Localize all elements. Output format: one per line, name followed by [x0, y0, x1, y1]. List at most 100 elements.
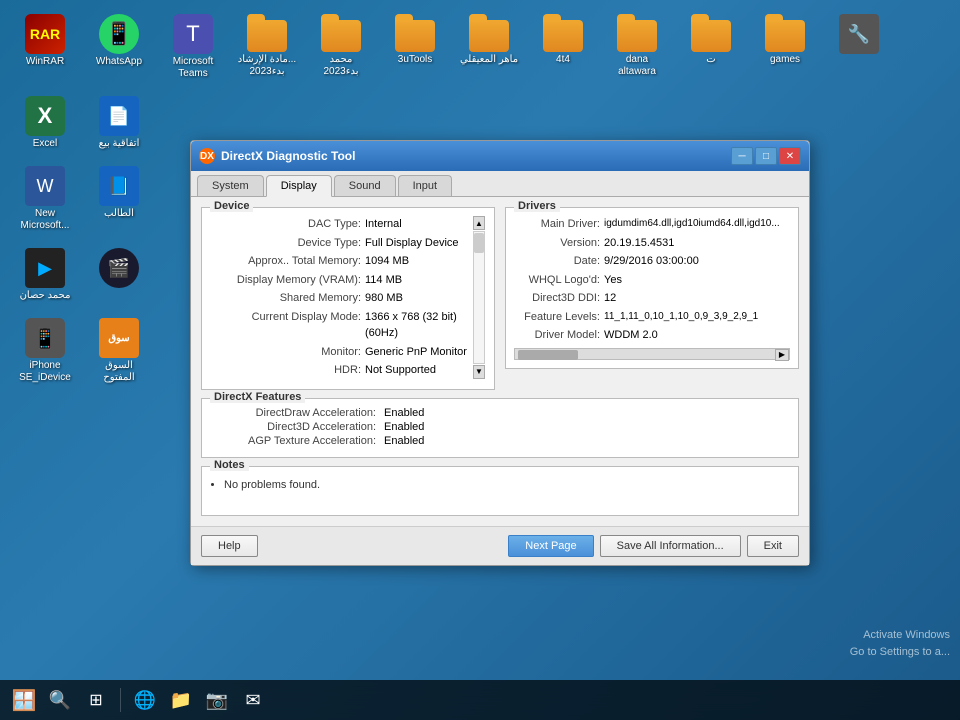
- notes-section-label: Notes: [210, 459, 249, 471]
- driver-row-6: Driver Model: WDDM 2.0: [514, 327, 790, 344]
- desktop-icon-dana[interactable]: danaaltawara: [602, 10, 672, 84]
- taskbar-camera[interactable]: 📷: [201, 684, 233, 716]
- scroll-right-btn[interactable]: ▶: [775, 349, 789, 361]
- desktop-icon-3utools[interactable]: 3uTools: [380, 10, 450, 84]
- desktop-icon-teams[interactable]: T MicrosoftTeams: [158, 10, 228, 84]
- tab-sound[interactable]: Sound: [334, 175, 396, 196]
- desktop-icon-misc[interactable]: 🔧: [824, 10, 894, 84]
- driver-row-4: Direct3D DDI: 12: [514, 290, 790, 307]
- desktop-icon-excel[interactable]: X Excel: [10, 92, 80, 154]
- desktop-icon-4t4[interactable]: 4t4: [528, 10, 598, 84]
- dialog-window-controls: ─ □ ✕: [731, 147, 801, 165]
- desktop-icon-newmicrosoft[interactable]: W NewMicrosoft...: [10, 162, 80, 236]
- device-row-3: Display Memory (VRAM): 114 MB: [210, 272, 472, 289]
- dialog-titlebar: DX DirectX Diagnostic Tool ─ □ ✕: [191, 141, 809, 171]
- scroll-thumb: [474, 233, 484, 253]
- vram-value: 114 MB: [365, 272, 472, 289]
- desktop-icon-whatsapp[interactable]: 📱 WhatsApp: [84, 10, 154, 84]
- driver-row-2: Date: 9/29/2016 03:00:00: [514, 253, 790, 270]
- features-row: DirectDraw Acceleration: Enabled: [210, 407, 790, 419]
- maher-label: ماهر المعيقلي: [460, 54, 518, 66]
- d3dddi-value: 12: [604, 290, 790, 307]
- dialog-content: Device DAC Type: Internal Device Type: F…: [191, 197, 809, 526]
- desktop-icon-hissan[interactable]: ▶ محمد حصان: [10, 244, 80, 306]
- displaymode-label: Current Display Mode:: [210, 309, 365, 342]
- save-all-button[interactable]: Save All Information...: [600, 535, 741, 557]
- taskbar-browser[interactable]: 🌐: [129, 684, 161, 716]
- desktop-icon-games[interactable]: games: [750, 10, 820, 84]
- games-label: games: [770, 54, 800, 66]
- directdraw-value: Enabled: [384, 407, 424, 419]
- desktop-icon-souq[interactable]: سوق السوقالمفتوح: [84, 314, 154, 388]
- feature-direct3d: Direct3D Acceleration: Enabled: [210, 421, 424, 433]
- date-value: 9/29/2016 03:00:00: [604, 253, 790, 270]
- scroll-down-btn[interactable]: ▼: [473, 365, 485, 379]
- directdraw-label: DirectDraw Acceleration:: [210, 407, 380, 419]
- desktop-icon-student[interactable]: 📘 الطالب: [84, 162, 154, 236]
- exit-button[interactable]: Exit: [747, 535, 799, 557]
- taskbar-start[interactable]: 🪟: [8, 684, 40, 716]
- featlevels-value: 11_1,11_0,10_1,10_0,9_3,9_2,9_1: [604, 309, 790, 326]
- direct3d-label: Direct3D Acceleration:: [210, 421, 380, 433]
- excel-label: Excel: [33, 138, 57, 150]
- totmem-label: Approx.. Total Memory:: [210, 253, 365, 270]
- taskbar-explorer[interactable]: 📁: [165, 684, 197, 716]
- desktop-icon-winrar[interactable]: RAR WinRAR: [10, 10, 80, 84]
- dialog-title-text: DirectX Diagnostic Tool: [221, 149, 355, 163]
- drivers-section-label: Drivers: [514, 200, 560, 212]
- taskbar: 🪟 🔍 ⊞ 🌐 📁 📷 ✉: [0, 680, 960, 720]
- hdr-value: Not Supported: [365, 362, 472, 379]
- folder1-label: مادة الإرشاد...2023بدء: [238, 54, 296, 78]
- notes-section: Notes No problems found.: [201, 466, 799, 516]
- desktop: RAR WinRAR 📱 WhatsApp T MicrosoftTeams: [0, 0, 960, 720]
- maximize-button[interactable]: □: [755, 147, 777, 165]
- dac-value: Internal: [365, 216, 472, 233]
- winrar-label: WinRAR: [26, 56, 64, 68]
- hdr-label: HDR:: [210, 362, 365, 379]
- device-section: Device DAC Type: Internal Device Type: F…: [201, 207, 495, 398]
- d3dddi-label: Direct3D DDI:: [514, 290, 604, 307]
- tab-input[interactable]: Input: [398, 175, 452, 196]
- desktop-icon-folder1[interactable]: مادة الإرشاد...2023بدء: [232, 10, 302, 84]
- folder2-label: محمد2023بدء: [324, 54, 359, 78]
- desktop-icon-folder2[interactable]: محمد2023بدء: [306, 10, 376, 84]
- newmicrosoft-label: NewMicrosoft...: [21, 208, 70, 232]
- help-button[interactable]: Help: [201, 535, 258, 557]
- tab-system[interactable]: System: [197, 175, 264, 196]
- feature-directdraw: DirectDraw Acceleration: Enabled: [210, 407, 424, 419]
- dialog-title-area: DX DirectX Diagnostic Tool: [199, 148, 355, 164]
- desktop-icon-ta[interactable]: ت: [676, 10, 746, 84]
- desktop-icon-iphone[interactable]: 📱 iPhoneSE_iDevice: [10, 314, 80, 388]
- sharedmem-value: 980 MB: [365, 290, 472, 307]
- next-page-button[interactable]: Next Page: [508, 535, 593, 557]
- taskbar-taskview[interactable]: ⊞: [80, 684, 112, 716]
- maindrv-label: Main Driver:: [514, 216, 604, 233]
- drvmodel-label: Driver Model:: [514, 327, 604, 344]
- notes-list: No problems found.: [208, 479, 792, 491]
- taskbar-divider: [120, 688, 121, 712]
- agp-label: AGP Texture Acceleration:: [210, 435, 380, 447]
- teams-label: MicrosoftTeams: [173, 56, 214, 80]
- whql-value: Yes: [604, 272, 790, 289]
- scroll-h-thumb: [518, 350, 578, 360]
- minimize-button[interactable]: ─: [731, 147, 753, 165]
- driver-row-5: Feature Levels: 11_1,11_0,10_1,10_0,9_3,…: [514, 309, 790, 326]
- close-button[interactable]: ✕: [779, 147, 801, 165]
- taskbar-search[interactable]: 🔍: [44, 684, 76, 716]
- displaymode-value: 1366 x 768 (32 bit) (60Hz): [365, 309, 472, 342]
- student-label: الطالب: [104, 208, 134, 220]
- agp-value: Enabled: [384, 435, 424, 447]
- taskbar-mail[interactable]: ✉: [237, 684, 269, 716]
- features-row-3: AGP Texture Acceleration: Enabled: [210, 435, 790, 447]
- tab-display[interactable]: Display: [266, 175, 332, 197]
- scroll-up-btn[interactable]: ▲: [473, 216, 485, 230]
- whatsapp-label: WhatsApp: [96, 56, 142, 68]
- desktop-icon-maher[interactable]: ماهر المعيقلي: [454, 10, 524, 84]
- desktop-icon-ittifaqia[interactable]: 📄 اتفاقية بيع: [84, 92, 154, 154]
- driver-row-3: WHQL Logo'd: Yes: [514, 272, 790, 289]
- whql-label: WHQL Logo'd:: [514, 272, 604, 289]
- directx-dialog: DX DirectX Diagnostic Tool ─ □ ✕ System …: [190, 140, 810, 566]
- desktop-icon-davinci[interactable]: 🎬: [84, 244, 154, 306]
- version-label: Version:: [514, 235, 604, 252]
- horizontal-scrollbar[interactable]: ▶: [514, 348, 790, 360]
